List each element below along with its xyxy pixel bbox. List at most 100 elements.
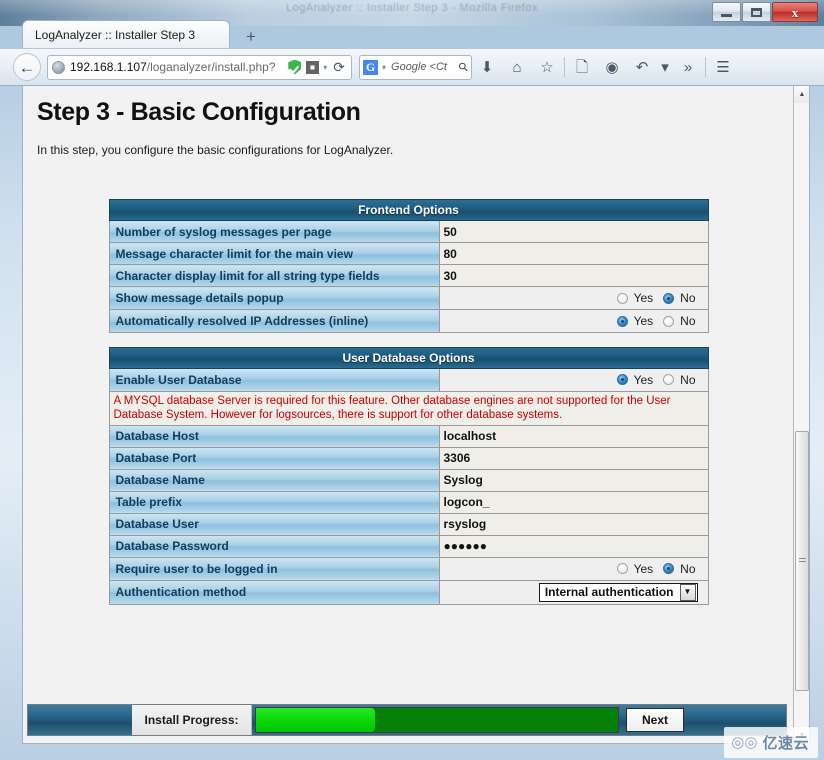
authentication-method-select[interactable]: Internal authentication ▼ xyxy=(539,583,698,602)
row-label: Require user to be logged in xyxy=(109,557,439,580)
scroll-up-icon[interactable]: ▲ xyxy=(794,86,810,103)
qr-code-icon[interactable] xyxy=(306,61,319,74)
table-row: Table prefix xyxy=(109,491,708,513)
tab-strip: LogAnalyzer :: Installer Step 3 + xyxy=(0,20,824,48)
back-arrow-icon: ← xyxy=(19,59,36,76)
scrollbar-thumb[interactable] xyxy=(795,431,809,691)
radio-option-yes[interactable]: Yes xyxy=(617,562,656,576)
home-icon[interactable]: ⌂ xyxy=(502,52,532,82)
table-prefix-input[interactable] xyxy=(440,492,708,512)
string-display-limit-input[interactable] xyxy=(440,266,708,286)
new-tab-button[interactable]: + xyxy=(240,25,262,47)
radio-option-yes[interactable]: Yes xyxy=(617,373,656,387)
install-footer: Install Progress: Next xyxy=(23,696,794,744)
overflow-caret-icon[interactable]: ▾ xyxy=(657,52,673,82)
window-title-text: LogAnalyzer :: Installer Step 3 - Mozill… xyxy=(0,2,824,14)
database-port-input[interactable] xyxy=(440,448,708,468)
table-section-header-row: Frontend Options xyxy=(109,200,708,221)
reader-list-icon[interactable]: 🗋 xyxy=(567,52,597,82)
chevron-down-icon[interactable]: ▼ xyxy=(680,584,696,601)
address-bar[interactable]: 192.168.1.107/loganalyzer/install.php? ▾… xyxy=(47,55,352,80)
row-value xyxy=(439,221,708,243)
chevron-double-right-icon[interactable]: » xyxy=(673,52,703,82)
hamburger-menu-icon[interactable]: ☰ xyxy=(708,52,738,82)
row-label: Character display limit for all string t… xyxy=(109,265,439,287)
table-row: Require user to be logged in Yes xyxy=(109,557,708,580)
bookmark-star-icon[interactable]: ☆ xyxy=(532,52,562,82)
toolbar-divider-2 xyxy=(705,57,706,77)
resolve-ip-radio-group: Yes No xyxy=(609,310,698,332)
row-label: Database Host xyxy=(109,425,439,447)
browser-window: LogAnalyzer :: Installer Step 3 - Mozill… xyxy=(0,0,824,760)
search-engine-chevron-icon[interactable]: ▾ xyxy=(382,63,386,72)
navigation-toolbar: ← 192.168.1.107/loganalyzer/install.php?… xyxy=(0,48,824,86)
back-button[interactable]: ← xyxy=(13,53,41,81)
row-label: Authentication method xyxy=(109,580,439,604)
watermark: ◎◎ 亿速云 xyxy=(724,727,818,758)
row-value xyxy=(439,513,708,535)
url-host: 192.168.1.107 xyxy=(70,60,147,74)
database-password-input[interactable] xyxy=(440,536,708,556)
close-button[interactable]: x xyxy=(772,2,818,22)
radio-option-no[interactable]: No xyxy=(663,314,697,328)
row-label: Database User xyxy=(109,513,439,535)
minimize-icon xyxy=(721,14,732,17)
database-name-input[interactable] xyxy=(440,470,708,490)
database-user-input[interactable] xyxy=(440,514,708,534)
minimize-button[interactable] xyxy=(712,2,741,22)
radio-option-no[interactable]: No xyxy=(663,562,697,576)
url-path: /loganalyzer/install.php? xyxy=(147,60,276,74)
require-login-radio-group: Yes No xyxy=(609,558,698,580)
radio-yes-icon[interactable] xyxy=(617,374,628,385)
radio-option-yes[interactable]: Yes xyxy=(617,314,656,328)
radio-no-icon[interactable] xyxy=(663,563,674,574)
message-char-limit-input[interactable] xyxy=(440,244,708,264)
row-value xyxy=(439,243,708,265)
user-database-options-table: User Database Options Enable User Databa… xyxy=(109,347,709,605)
page-scrollbar[interactable]: ▲ ▼ xyxy=(793,86,809,744)
radio-yes-icon[interactable] xyxy=(617,563,628,574)
radio-option-yes[interactable]: Yes xyxy=(617,291,656,305)
row-value xyxy=(439,491,708,513)
toolbar-divider xyxy=(564,57,565,77)
security-shield-icon[interactable] xyxy=(288,60,301,75)
history-back-icon[interactable]: ↶ xyxy=(627,52,657,82)
reload-icon[interactable]: ⟳ xyxy=(333,60,345,74)
radio-yes-icon[interactable] xyxy=(617,293,628,304)
radio-no-label: No xyxy=(680,291,695,305)
row-label: Enable User Database xyxy=(109,368,439,391)
radio-no-icon[interactable] xyxy=(663,316,674,327)
downloads-icon[interactable]: ⬇ xyxy=(472,52,502,82)
radio-no-label: No xyxy=(680,373,695,387)
google-logo-icon[interactable]: G xyxy=(363,60,378,75)
row-label: Number of syslog messages per page xyxy=(109,221,439,243)
install-progress-label: Install Progress: xyxy=(132,705,252,735)
table-row: Database Host xyxy=(109,425,708,447)
row-value: Yes No xyxy=(439,287,708,310)
user-database-options-heading: User Database Options xyxy=(109,347,708,368)
install-progress-track xyxy=(255,707,619,733)
next-button[interactable]: Next xyxy=(626,708,684,732)
radio-yes-icon[interactable] xyxy=(617,316,628,327)
radio-yes-label: Yes xyxy=(634,314,654,328)
table-warning-row: A MYSQL database Server is required for … xyxy=(109,391,708,425)
table-row: Authentication method Internal authentic… xyxy=(109,580,708,604)
sync-globe-icon[interactable]: ◉ xyxy=(597,52,627,82)
search-bar[interactable]: G ▾ Google <Ct ⚲ xyxy=(359,55,472,80)
chevron-down-icon[interactable]: ▾ xyxy=(323,63,327,72)
radio-no-icon[interactable] xyxy=(663,293,674,304)
table-row: Database Port xyxy=(109,447,708,469)
database-host-input[interactable] xyxy=(440,426,708,446)
maximize-button[interactable] xyxy=(742,2,771,22)
install-progress-fill xyxy=(256,708,375,732)
table-row: Database User xyxy=(109,513,708,535)
radio-no-label: No xyxy=(680,314,695,328)
radio-option-no[interactable]: No xyxy=(663,373,697,387)
show-popup-radio-group: Yes No xyxy=(609,287,698,309)
radio-no-icon[interactable] xyxy=(663,374,674,385)
search-input[interactable]: Google <Ct xyxy=(391,61,459,73)
tab-loganalyzer-installer[interactable]: LogAnalyzer :: Installer Step 3 xyxy=(22,20,230,48)
radio-option-no[interactable]: No xyxy=(663,291,697,305)
messages-per-page-input[interactable] xyxy=(440,222,708,242)
watermark-text: 亿速云 xyxy=(762,732,809,753)
